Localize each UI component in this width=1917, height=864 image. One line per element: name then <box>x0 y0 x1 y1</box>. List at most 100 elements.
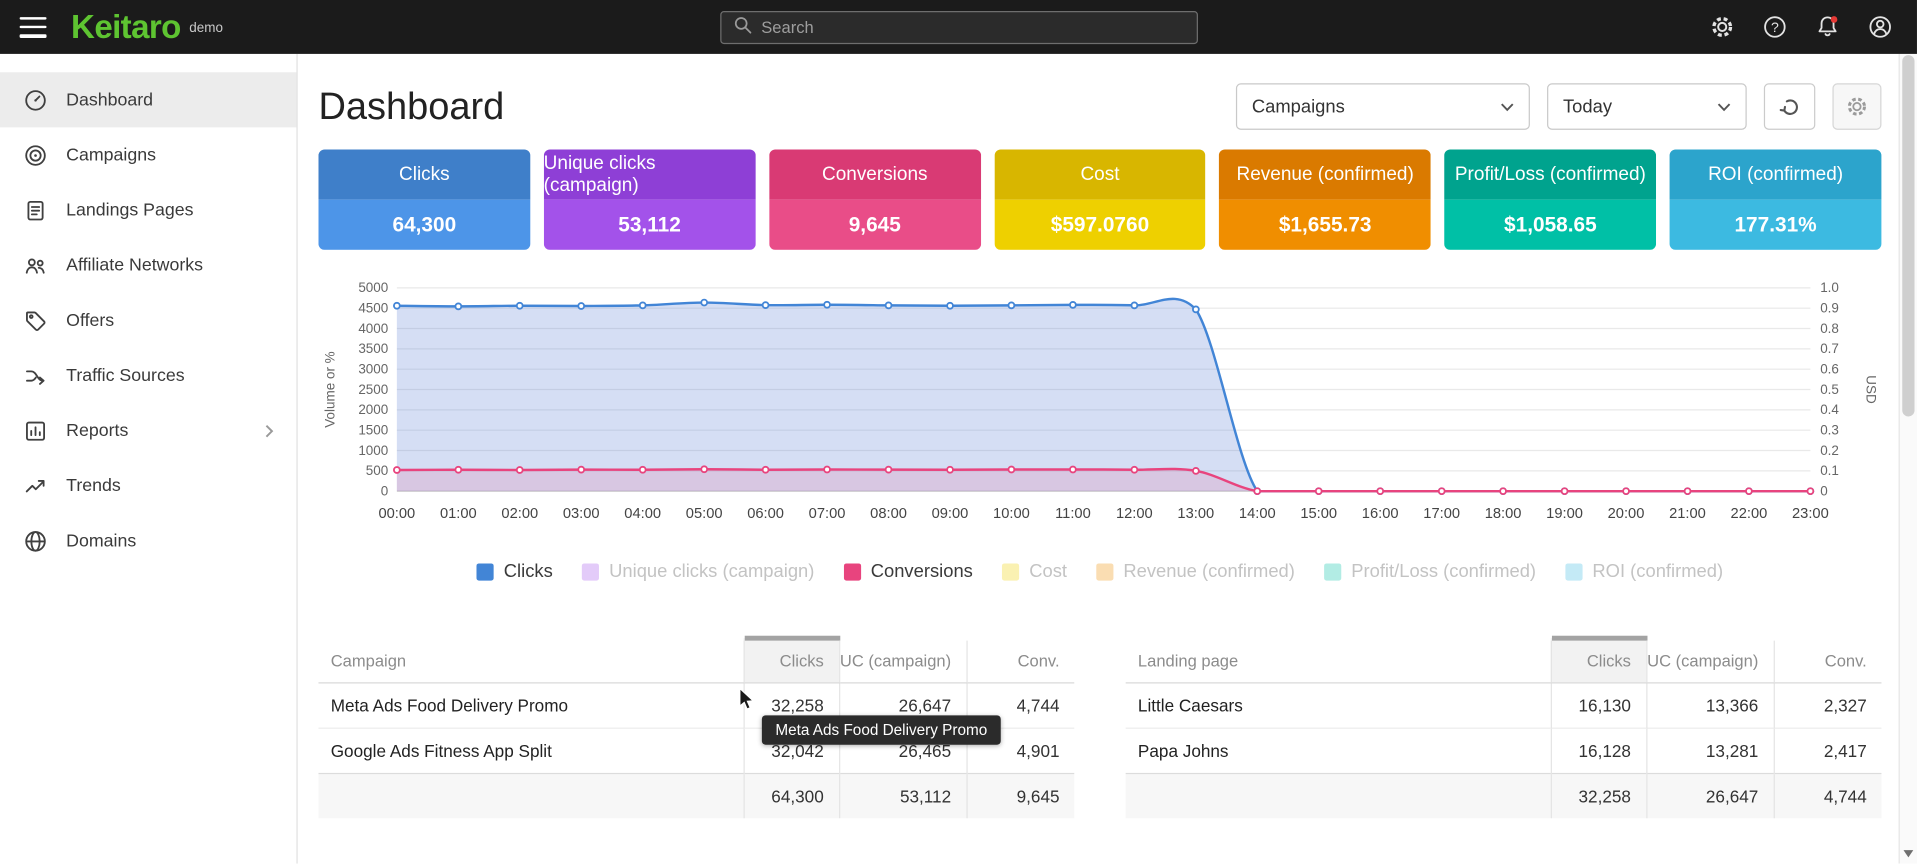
svg-text:06:00: 06:00 <box>747 506 784 522</box>
svg-text:05:00: 05:00 <box>686 506 723 522</box>
metric-card-cost[interactable]: Cost$597.0760 <box>994 149 1206 249</box>
row-clicks: 16,130 <box>1551 682 1647 727</box>
svg-text:3000: 3000 <box>358 361 388 376</box>
column-header-uc-campaign[interactable]: UC (campaign) <box>1646 638 1773 682</box>
legend-item-unique-clicks-campaign[interactable]: Unique clicks (campaign) <box>582 561 814 582</box>
sidebar-item-reports[interactable]: Reports <box>0 403 296 458</box>
metric-card-conversions[interactable]: Conversions9,645 <box>769 149 981 249</box>
svg-text:1500: 1500 <box>358 422 388 437</box>
row-name[interactable]: Google Ads Fitness App Split <box>318 728 743 773</box>
svg-text:Volume or %: Volume or % <box>322 351 337 427</box>
main-content: Dashboard Campaigns Today Clicks64,300Un <box>299 54 1899 864</box>
svg-text:0.5: 0.5 <box>1820 382 1839 397</box>
metric-label: Conversions <box>769 149 981 199</box>
scrollbar-thumb[interactable] <box>1902 55 1914 416</box>
legend-label: Cost <box>1029 561 1067 582</box>
row-name[interactable]: Little Caesars <box>1126 682 1551 727</box>
column-header-clicks[interactable]: Clicks <box>1551 638 1647 682</box>
legend-label: Clicks <box>504 561 553 582</box>
search-input[interactable] <box>761 18 1185 36</box>
svg-text:0: 0 <box>1820 483 1828 498</box>
metric-label: Cost <box>994 149 1206 199</box>
page-scrollbar[interactable] <box>1899 54 1917 864</box>
svg-text:500: 500 <box>366 463 388 478</box>
metric-label: Unique clicks (campaign) <box>544 149 756 199</box>
column-header-campaign[interactable]: Campaign <box>318 638 743 682</box>
legend-swatch <box>844 563 861 580</box>
notifications-bell-icon[interactable] <box>1813 12 1842 41</box>
column-header-conv[interactable]: Conv. <box>966 638 1074 682</box>
legend-item-roi-confirmed[interactable]: ROI (confirmed) <box>1565 561 1723 582</box>
svg-text:0.3: 0.3 <box>1820 422 1839 437</box>
legend-item-revenue-confirmed[interactable]: Revenue (confirmed) <box>1096 561 1295 582</box>
grouping-select[interactable]: Campaigns <box>1236 83 1530 130</box>
column-header-uc-campaign[interactable]: UC (campaign) <box>839 638 966 682</box>
chevron-down-icon <box>1717 102 1730 111</box>
svg-text:5000: 5000 <box>358 280 388 295</box>
sidebar-item-offers[interactable]: Offers <box>0 293 296 348</box>
metric-card-profit-loss-confirmed[interactable]: Profit/Loss (confirmed)$1,058.65 <box>1445 149 1657 249</box>
topbar-icons: ? <box>1708 12 1895 41</box>
scrollbar-down-arrow-icon[interactable] <box>1903 850 1913 857</box>
mouse-cursor <box>739 687 761 711</box>
totals-conv: 4,744 <box>1774 773 1882 818</box>
column-header-landing-page[interactable]: Landing page <box>1126 638 1551 682</box>
sidebar-item-affiliate-networks[interactable]: Affiliate Networks <box>0 238 296 293</box>
row-clicks: 16,128 <box>1551 728 1647 773</box>
hamburger-menu-button[interactable] <box>20 17 49 38</box>
sidebar-item-label: Affiliate Networks <box>66 255 203 275</box>
metric-value: 64,300 <box>318 200 530 250</box>
metric-card-revenue-confirmed[interactable]: Revenue (confirmed)$1,655.73 <box>1219 149 1431 249</box>
chart-container: 0500100015002000250030003500400045005000… <box>318 276 1881 542</box>
row-uc: 13,281 <box>1646 728 1773 773</box>
dashboard-icon <box>23 88 47 112</box>
metric-card-clicks[interactable]: Clicks64,300 <box>318 149 530 249</box>
sidebar-item-label: Landings Pages <box>66 200 193 220</box>
domains-icon <box>23 529 47 553</box>
legend-item-profit-loss-confirmed[interactable]: Profit/Loss (confirmed) <box>1324 561 1536 582</box>
legend-item-clicks[interactable]: Clicks <box>477 561 553 582</box>
sidebar-item-domains[interactable]: Domains <box>0 513 296 568</box>
row-name[interactable]: Meta Ads Food Delivery Promo <box>318 682 743 727</box>
grouping-select-value: Campaigns <box>1252 96 1345 117</box>
gear-icon <box>1845 94 1869 118</box>
sidebar-item-landings-pages[interactable]: Landings Pages <box>0 183 296 238</box>
offers-icon <box>23 308 47 332</box>
totals-clicks: 32,258 <box>1551 773 1647 818</box>
metric-card-roi-confirmed[interactable]: ROI (confirmed)177.31% <box>1670 149 1882 249</box>
table-row[interactable]: Papa Johns16,12813,2812,417 <box>1126 728 1882 773</box>
user-account-icon[interactable] <box>1866 12 1895 41</box>
column-header-conv[interactable]: Conv. <box>1774 638 1882 682</box>
svg-text:15:00: 15:00 <box>1300 506 1337 522</box>
legend-item-conversions[interactable]: Conversions <box>844 561 973 582</box>
metric-card-unique-clicks-campaign[interactable]: Unique clicks (campaign)53,112 <box>544 149 756 249</box>
svg-text:00:00: 00:00 <box>378 506 415 522</box>
svg-text:01:00: 01:00 <box>440 506 477 522</box>
svg-text:0.7: 0.7 <box>1820 341 1839 356</box>
sidebar-item-label: Traffic Sources <box>66 366 184 386</box>
date-range-select[interactable]: Today <box>1547 83 1747 130</box>
sidebar-item-traffic-sources[interactable]: Traffic Sources <box>0 348 296 403</box>
svg-text:16:00: 16:00 <box>1362 506 1399 522</box>
dashboard-settings-button[interactable] <box>1832 83 1881 130</box>
settings-gear-icon[interactable] <box>1708 12 1737 41</box>
logo[interactable]: Keitaro demo <box>71 10 223 43</box>
table-row[interactable]: Little Caesars16,13013,3662,327 <box>1126 682 1882 727</box>
help-icon[interactable]: ? <box>1760 12 1789 41</box>
refresh-button[interactable] <box>1764 83 1815 130</box>
sidebar-item-dashboard[interactable]: Dashboard <box>0 72 296 127</box>
sidebar-item-trends[interactable]: Trends <box>0 458 296 513</box>
chart-legend: Clicks Unique clicks (campaign) Conversion… <box>318 561 1881 582</box>
sidebar-item-label: Campaigns <box>66 145 156 165</box>
trends-icon <box>23 473 47 497</box>
legend-item-cost[interactable]: Cost <box>1002 561 1067 582</box>
reports-icon <box>23 418 47 442</box>
row-name[interactable]: Papa Johns <box>1126 728 1551 773</box>
legend-swatch <box>1096 563 1113 580</box>
column-header-clicks[interactable]: Clicks <box>744 638 840 682</box>
sidebar-item-campaigns[interactable]: Campaigns <box>0 127 296 182</box>
metric-value: 9,645 <box>769 200 981 250</box>
legend-swatch <box>477 563 494 580</box>
metric-label: Revenue (confirmed) <box>1219 149 1431 199</box>
sidebar: Dashboard Campaigns Landings Pages Affiliat… <box>0 54 298 864</box>
